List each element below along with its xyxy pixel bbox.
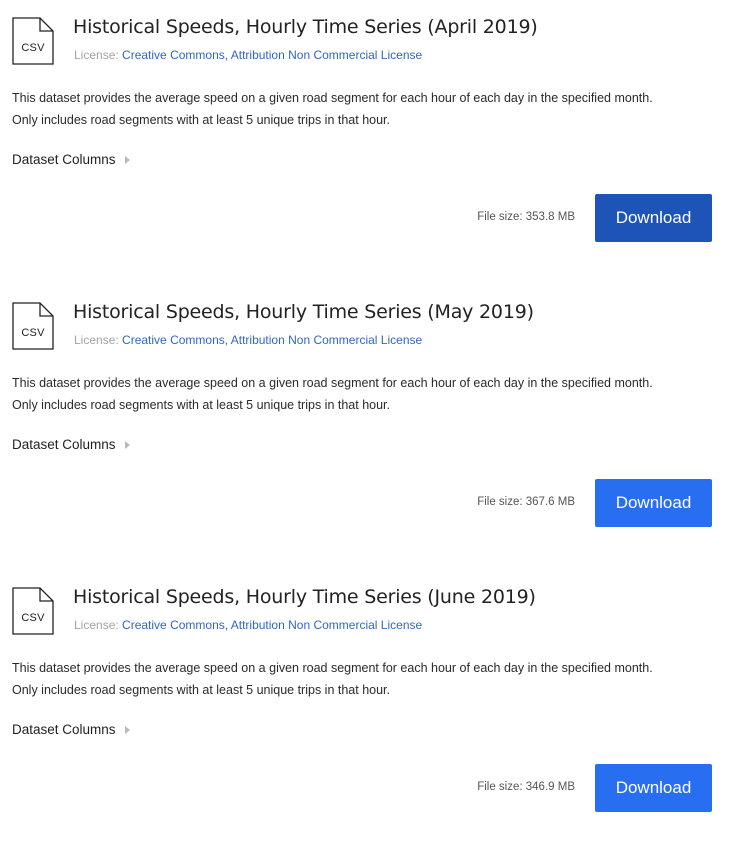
license-label: License: bbox=[74, 333, 119, 347]
dataset-columns-label: Dataset Columns bbox=[12, 722, 116, 737]
caret-right-icon bbox=[124, 156, 130, 164]
license-label: License: bbox=[74, 618, 119, 632]
file-size: File size: 353.8 MB bbox=[477, 211, 575, 223]
csv-icon-label: CSV bbox=[21, 327, 45, 339]
license-line: License: Creative Commons, Attribution N… bbox=[74, 333, 422, 347]
license-line: License: Creative Commons, Attribution N… bbox=[74, 48, 422, 62]
license-line: License: Creative Commons, Attribution N… bbox=[74, 618, 422, 632]
csv-icon-label: CSV bbox=[21, 42, 45, 54]
license-link[interactable]: Creative Commons, Attribution Non Commer… bbox=[122, 333, 422, 347]
description-line: Only includes road segments with at leas… bbox=[12, 398, 390, 412]
file-size: File size: 346.9 MB bbox=[477, 781, 575, 793]
dataset-card-may-2019: CSV Historical Speeds, Hourly Time Serie… bbox=[0, 285, 740, 570]
csv-file-icon: CSV bbox=[12, 302, 54, 350]
license-link[interactable]: Creative Commons, Attribution Non Commer… bbox=[122, 48, 422, 62]
csv-icon-label: CSV bbox=[21, 612, 45, 624]
dataset-description: This dataset provides the average speed … bbox=[12, 372, 732, 416]
download-button[interactable]: Download bbox=[595, 194, 712, 242]
download-button[interactable]: Download bbox=[595, 479, 712, 527]
dataset-card-june-2019: CSV Historical Speeds, Hourly Time Serie… bbox=[0, 570, 740, 855]
license-link[interactable]: Creative Commons, Attribution Non Commer… bbox=[122, 618, 422, 632]
description-line: This dataset provides the average speed … bbox=[12, 376, 653, 390]
dataset-title: Historical Speeds, Hourly Time Series (J… bbox=[73, 586, 536, 608]
dataset-title: Historical Speeds, Hourly Time Series (A… bbox=[73, 16, 538, 38]
dataset-columns-toggle[interactable]: Dataset Columns bbox=[12, 437, 130, 452]
dataset-columns-toggle[interactable]: Dataset Columns bbox=[12, 152, 130, 167]
dataset-description: This dataset provides the average speed … bbox=[12, 87, 732, 131]
caret-right-icon bbox=[124, 726, 130, 734]
description-line: This dataset provides the average speed … bbox=[12, 91, 653, 105]
csv-file-icon: CSV bbox=[12, 17, 54, 65]
description-line: This dataset provides the average speed … bbox=[12, 661, 653, 675]
caret-right-icon bbox=[124, 441, 130, 449]
description-line: Only includes road segments with at leas… bbox=[12, 683, 390, 697]
description-line: Only includes road segments with at leas… bbox=[12, 113, 390, 127]
dataset-columns-label: Dataset Columns bbox=[12, 437, 116, 452]
csv-file-icon: CSV bbox=[12, 587, 54, 635]
license-label: License: bbox=[74, 48, 119, 62]
download-button[interactable]: Download bbox=[595, 764, 712, 812]
dataset-columns-label: Dataset Columns bbox=[12, 152, 116, 167]
dataset-description: This dataset provides the average speed … bbox=[12, 657, 732, 701]
file-size: File size: 367.6 MB bbox=[477, 496, 575, 508]
dataset-card-april-2019: CSV Historical Speeds, Hourly Time Serie… bbox=[0, 0, 740, 285]
dataset-columns-toggle[interactable]: Dataset Columns bbox=[12, 722, 130, 737]
dataset-title: Historical Speeds, Hourly Time Series (M… bbox=[73, 301, 534, 323]
